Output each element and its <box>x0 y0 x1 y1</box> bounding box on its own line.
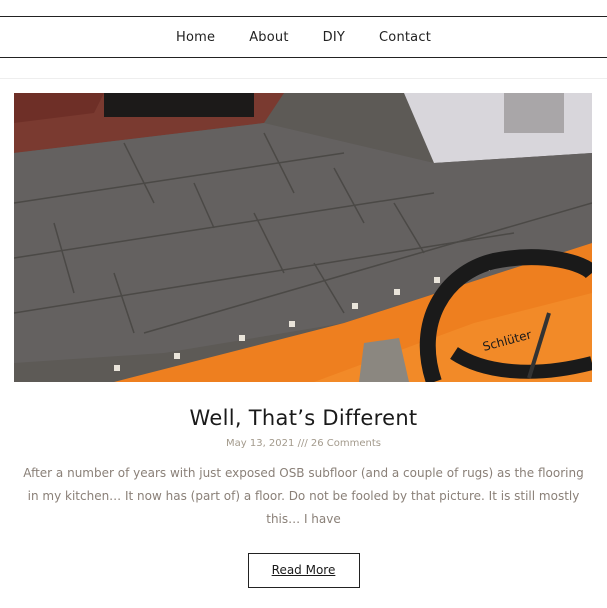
meta-separator: /// <box>297 438 308 449</box>
nav-home-link[interactable]: Home <box>176 30 215 45</box>
nav-diy-link[interactable]: DIY <box>323 30 345 45</box>
post-excerpt: After a number of years with just expose… <box>23 466 584 526</box>
main-navigation: Home About DIY Contact <box>0 16 607 58</box>
nav-contact-link[interactable]: Contact <box>379 30 431 45</box>
read-more-button[interactable]: Read More <box>247 553 360 588</box>
read-more-wrapper: Read More <box>0 553 607 588</box>
post-title[interactable]: Well, That’s Different <box>0 406 607 430</box>
post-featured-image[interactable]: Schlüter <box>14 93 592 382</box>
nav-about-link[interactable]: About <box>249 30 288 45</box>
top-spacer <box>0 0 607 16</box>
post-meta: May 13, 2021 /// 26 Comments <box>0 438 607 449</box>
header-divider <box>0 58 607 79</box>
post-comments-link[interactable]: 26 Comments <box>311 438 381 449</box>
post-date[interactable]: May 13, 2021 <box>226 438 294 449</box>
tile-floor-photo: Schlüter <box>14 93 592 382</box>
